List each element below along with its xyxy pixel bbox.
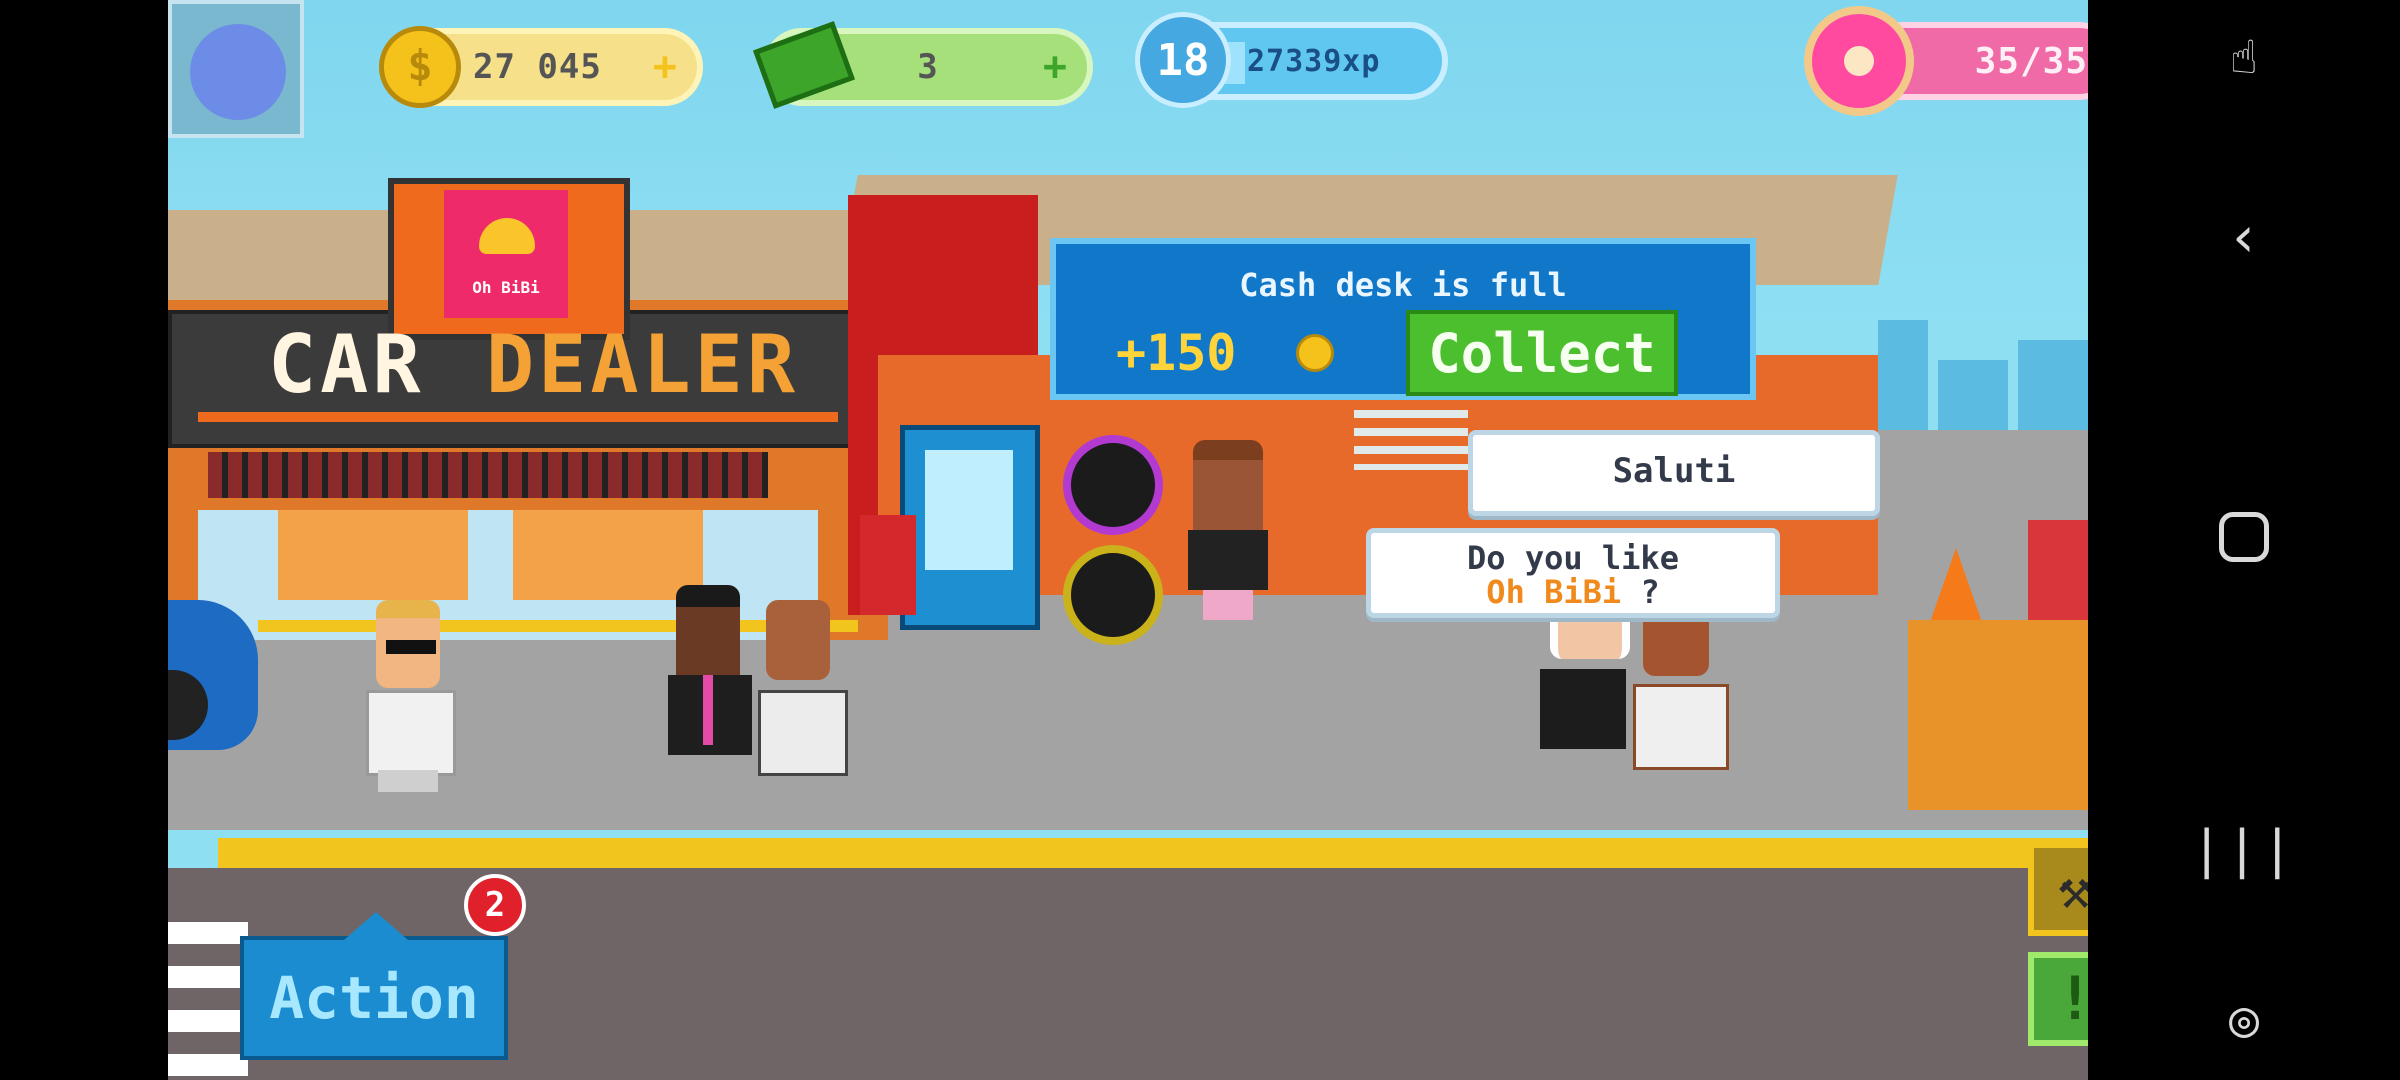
dealer-sign-car: CAR [268, 318, 425, 411]
exclamation-icon: ! [2057, 964, 2088, 1034]
red-ramp [2028, 520, 2088, 620]
back-icon[interactable]: ‹ [2088, 205, 2400, 270]
question-mark: ? [1640, 573, 1660, 611]
star-level-icon: 18 [1135, 12, 1231, 108]
coins-plus-icon[interactable]: + [653, 44, 677, 90]
crosswalk [168, 900, 248, 1080]
character-dreadlocks-woman[interactable] [1173, 430, 1283, 630]
level-value: 18 [1156, 34, 1210, 86]
neon-sign [1354, 410, 1468, 470]
action-button[interactable]: Action [240, 912, 508, 1060]
game-viewport[interactable]: Oh BiBi CAR DEALER $ 27 045 + 3 + 18 273… [168, 0, 2088, 1080]
coin-icon [1296, 334, 1334, 372]
cash-plus-icon[interactable]: + [1043, 44, 1067, 90]
wrench-icon: ⚒ [2058, 856, 2088, 922]
collect-button[interactable]: Collect [1406, 310, 1678, 396]
character-blond-sunglasses[interactable] [356, 600, 456, 800]
cash-value: 3 [917, 47, 939, 87]
coin-icon: $ [379, 26, 461, 108]
xp-counter[interactable]: 18 27339xp [1135, 12, 1448, 108]
blue-car[interactable] [168, 600, 258, 750]
cash-desk-title: Cash desk is full [1239, 266, 1567, 304]
cash-desk-popup[interactable]: Cash desk is full +150 Collect [1050, 238, 1756, 400]
question-line1: Do you like [1467, 539, 1679, 577]
splat-avatar-icon [190, 24, 286, 120]
home-icon[interactable] [2088, 512, 2400, 562]
system-nav-bar: ☝ ‹ ||| ◎ [2088, 0, 2400, 1080]
player-avatar[interactable] [168, 0, 304, 138]
saluti-text: Saluti [1612, 451, 1736, 491]
xp-value: 27339xp [1247, 43, 1381, 79]
action-label: Action [269, 964, 479, 1032]
cash-desk-amount: +150 [1116, 324, 1237, 382]
action-badge: 2 [464, 874, 526, 936]
dealer-sign-underline [198, 412, 838, 422]
orange-floor [1908, 620, 2088, 810]
dealer-sign-dealer: DEALER [486, 318, 799, 411]
tire-stack [1063, 435, 1173, 655]
donut-icon [1804, 6, 1914, 116]
coins-value: 27 045 [473, 47, 602, 87]
mailbox [860, 515, 916, 615]
alert-button[interactable]: ! [2028, 952, 2088, 1046]
dealer-sign-brand: Oh BiBi [472, 278, 540, 297]
character-beard-shirt[interactable] [1623, 600, 1733, 780]
speech-bubble-question: Do you like Oh BiBi ? [1366, 528, 1780, 618]
gamepad-icon[interactable]: ◎ [2088, 990, 2400, 1048]
character-bald-old-man[interactable] [748, 600, 848, 800]
bibi-logo-icon [479, 218, 535, 254]
donuts-value: 35/35 [1974, 40, 2088, 82]
touch-icon[interactable]: ☝ [2088, 30, 2400, 84]
speech-bubble-saluti: Saluti [1468, 430, 1880, 516]
cash-counter[interactable]: 3 + [752, 21, 1093, 109]
action-badge-count: 2 [484, 885, 506, 925]
vending-machine [900, 425, 1040, 630]
traffic-cone [1928, 548, 1984, 628]
coins-counter[interactable]: $ 27 045 + [379, 26, 703, 108]
character-braids-suit[interactable] [658, 575, 758, 785]
wrench-button[interactable]: ⚒ [2028, 842, 2088, 936]
recents-icon[interactable]: ||| [2088, 820, 2400, 880]
question-brand: Oh BiBi [1486, 573, 1622, 611]
oh-bibi-logo: Oh BiBi [444, 190, 568, 318]
collect-label: Collect [1428, 321, 1656, 385]
donuts-counter[interactable]: 35/35 [1804, 6, 2088, 116]
